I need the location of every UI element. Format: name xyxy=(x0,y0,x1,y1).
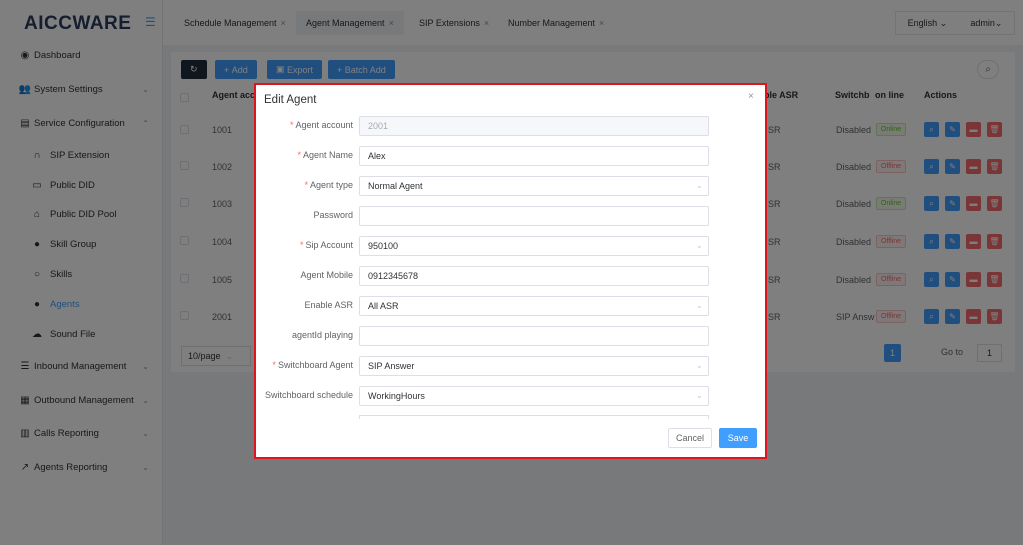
chevron-down-icon: ⌄ xyxy=(696,301,703,310)
password-input[interactable] xyxy=(359,206,709,226)
form-row-switchboard-schedule: Switchboard schedule WorkingHours ⌄ xyxy=(256,386,765,406)
form-row-password: Password xyxy=(256,206,765,226)
field-label: * Agent account xyxy=(289,120,353,130)
chevron-down-icon: ⌄ xyxy=(696,181,703,190)
agent-mobile-input[interactable]: 0912345678 xyxy=(359,266,709,286)
field-label: * Switchboard Agent xyxy=(272,360,353,370)
switchboard-agent-select[interactable]: SIP Answer xyxy=(359,356,709,376)
form-row-agentid-playing: agentId playing xyxy=(256,326,765,346)
agent-account-input: 2001 xyxy=(359,116,709,136)
dialog-title: Edit Agent xyxy=(264,94,317,106)
form-row-agent-name: * Agent Name Alex xyxy=(256,146,765,166)
save-button[interactable]: Save xyxy=(719,428,757,448)
form-row-agent-mobile: Agent Mobile 0912345678 xyxy=(256,266,765,286)
field-label: Agent Mobile xyxy=(300,270,353,280)
agentid-playing-input[interactable] xyxy=(359,326,709,346)
sip-account-select[interactable]: 950100 xyxy=(359,236,709,256)
field-label: * Sip Account xyxy=(299,240,353,250)
form-row-agent-account: * Agent account 2001 xyxy=(256,116,765,136)
form-row-agent-type: * Agent type Normal Agent ⌄ xyxy=(256,176,765,196)
agent-name-input[interactable]: Alex xyxy=(359,146,709,166)
enable-asr-select[interactable]: All ASR xyxy=(359,296,709,316)
chevron-down-icon: ⌄ xyxy=(696,241,703,250)
field-label: * Agent Name xyxy=(297,150,353,160)
agent-type-select[interactable]: Normal Agent xyxy=(359,176,709,196)
edit-agent-dialog: Edit Agent × * Agent account 2001 * Agent … xyxy=(254,83,767,459)
cancel-button[interactable]: Cancel xyxy=(668,428,712,448)
close-icon[interactable]: × xyxy=(748,91,754,102)
form-row-sip-account: * Sip Account 950100 ⌄ xyxy=(256,236,765,256)
partially-visible-field[interactable] xyxy=(359,415,709,419)
field-label: Enable ASR xyxy=(304,300,353,310)
chevron-down-icon: ⌄ xyxy=(696,391,703,400)
field-label: * Agent type xyxy=(304,180,353,190)
switchboard-schedule-select[interactable]: WorkingHours xyxy=(359,386,709,406)
form-row-switchboard-agent: * Switchboard Agent SIP Answer ⌄ xyxy=(256,356,765,376)
form-row-enable-asr: Enable ASR All ASR ⌄ xyxy=(256,296,765,316)
field-label: Switchboard schedule xyxy=(264,390,353,400)
field-label: Password xyxy=(313,210,353,220)
chevron-down-icon: ⌄ xyxy=(696,361,703,370)
field-label: agentId playing xyxy=(291,330,353,340)
